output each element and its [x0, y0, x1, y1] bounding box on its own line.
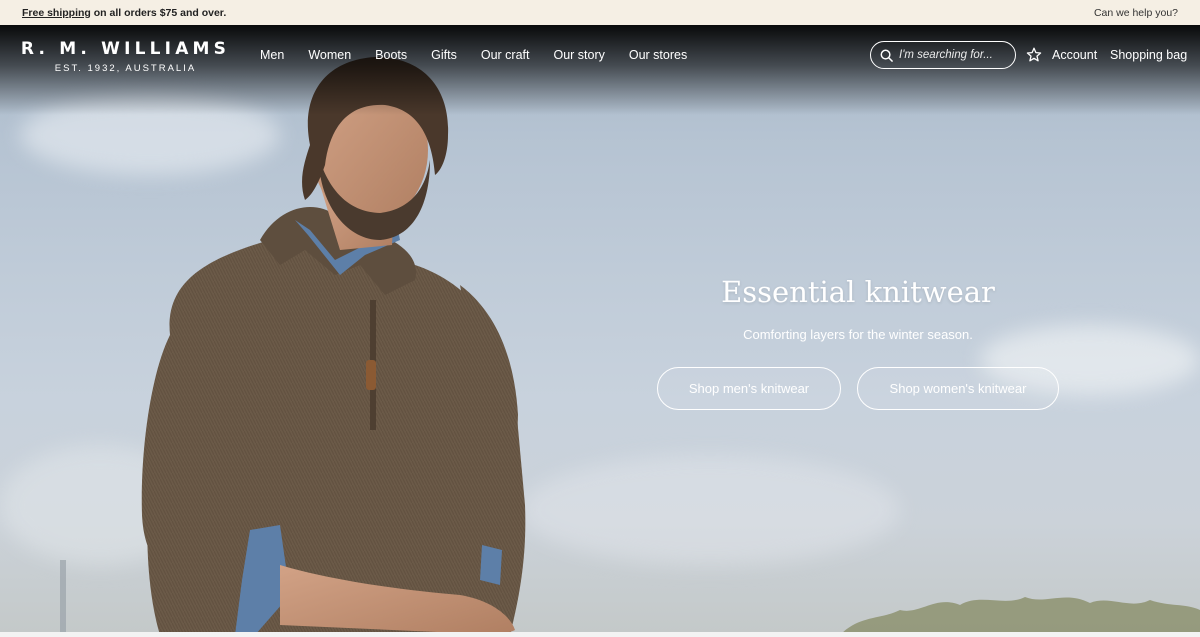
main-nav: Men Women Boots Gifts Our craft Our stor… [260, 48, 711, 62]
star-icon[interactable] [1026, 47, 1042, 63]
page-bottom-edge [0, 632, 1200, 637]
shop-mens-knitwear-button[interactable]: Shop men's knitwear [657, 367, 841, 410]
hero-copy: Essential knitwear Comforting layers for… [658, 275, 1058, 342]
background-pole [60, 560, 66, 632]
nav-item-our-stores[interactable]: Our stores [629, 48, 687, 62]
announcement-bar: Free shipping on all orders $75 and over… [0, 0, 1200, 25]
nav-item-our-story[interactable]: Our story [553, 48, 604, 62]
shop-womens-knitwear-button[interactable]: Shop women's knitwear [857, 367, 1059, 410]
free-shipping-link[interactable]: Free shipping [22, 7, 91, 19]
hero-cta-group: Shop men's knitwear Shop women's knitwea… [657, 367, 1059, 410]
shrubs-decoration [843, 597, 1200, 632]
nav-item-gifts[interactable]: Gifts [431, 48, 457, 62]
cloud [520, 455, 900, 565]
logo-brand: R. M. WILLIAMS [20, 39, 231, 59]
hero-headline: Essential knitwear [721, 275, 995, 309]
nav-item-men[interactable]: Men [260, 48, 284, 62]
search-box[interactable] [870, 41, 1016, 69]
nav-item-our-craft[interactable]: Our craft [481, 48, 530, 62]
nav-item-boots[interactable]: Boots [375, 48, 407, 62]
shopping-bag-link[interactable]: Shopping bag [1110, 48, 1187, 62]
promo-message: Free shipping on all orders $75 and over… [22, 7, 226, 19]
hero-model-figure [141, 57, 526, 632]
nav-item-women[interactable]: Women [308, 48, 351, 62]
account-link[interactable]: Account [1052, 48, 1097, 62]
search-icon [880, 49, 893, 62]
site-logo[interactable]: R. M. WILLIAMS EST. 1932, AUSTRALIA [18, 39, 233, 74]
logo-tagline: EST. 1932, AUSTRALIA [54, 63, 197, 74]
hero-subline: Comforting layers for the winter season. [743, 327, 973, 342]
promo-message-text: on all orders $75 and over. [90, 6, 227, 19]
help-link[interactable]: Can we help you? [1094, 7, 1178, 19]
search-input[interactable] [899, 49, 1009, 61]
